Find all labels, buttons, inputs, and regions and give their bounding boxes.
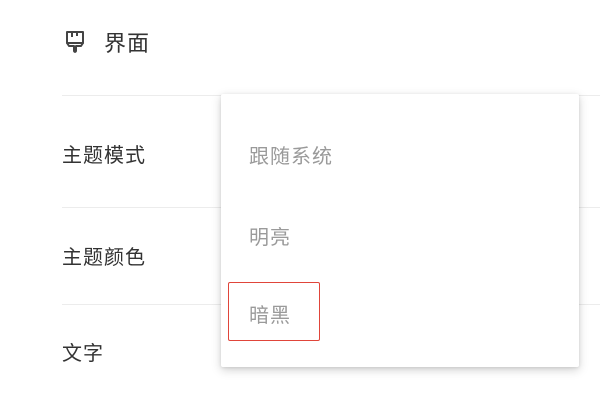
- brush-icon: [62, 29, 88, 55]
- setting-label-theme-mode: 主题模式: [62, 143, 146, 167]
- option-label: 明亮: [249, 225, 291, 249]
- option-follow-system[interactable]: 跟随系统: [221, 116, 579, 196]
- section-title: 界面: [104, 32, 151, 57]
- option-label: 暗黑: [249, 303, 291, 327]
- theme-mode-dropdown: 跟随系统 明亮 暗黑: [221, 94, 579, 367]
- settings-page: 界面 主题模式 主题颜色 文字 跟随系统 明亮 暗黑: [0, 0, 600, 393]
- option-label: 跟随系统: [249, 144, 333, 168]
- section-header-interface: 界面: [62, 22, 150, 62]
- option-dark[interactable]: 暗黑: [221, 282, 579, 362]
- setting-label-theme-color: 主题颜色: [62, 245, 146, 269]
- option-light[interactable]: 明亮: [221, 197, 579, 277]
- setting-label-text: 文字: [62, 341, 104, 365]
